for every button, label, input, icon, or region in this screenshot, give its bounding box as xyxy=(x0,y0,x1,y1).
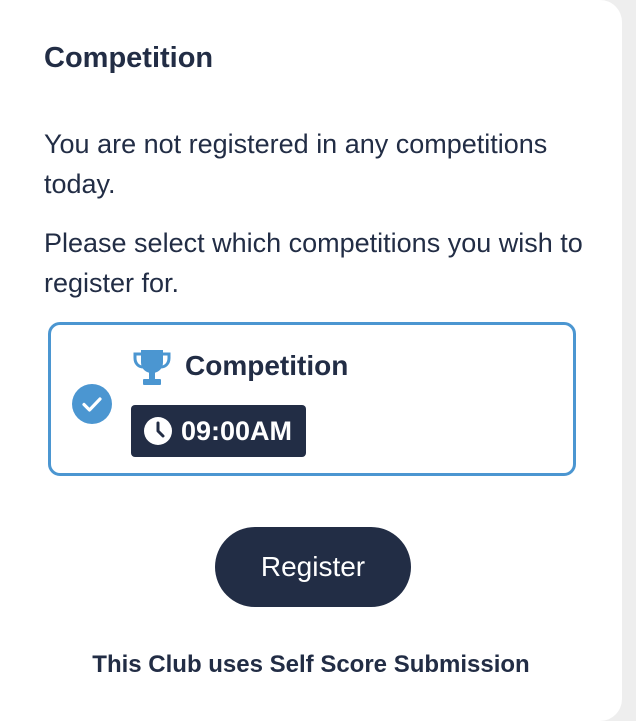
competition-card: Competition You are not registered in an… xyxy=(0,0,622,721)
competition-option[interactable]: Competition 09:00AM xyxy=(48,322,576,476)
clock-icon xyxy=(144,417,172,445)
competition-time: 09:00AM xyxy=(181,415,293,446)
not-registered-message: You are not registered in any competitio… xyxy=(44,129,548,199)
check-icon[interactable] xyxy=(72,384,112,424)
trophy-icon xyxy=(133,350,171,385)
card-title: Competition xyxy=(44,42,214,74)
register-button[interactable]: Register xyxy=(215,527,411,607)
self-score-notice: This Club uses Self Score Submission xyxy=(92,651,530,678)
time-badge: 09:00AM xyxy=(131,405,307,457)
competition-name: Competition xyxy=(185,350,349,381)
instruction-message: Please select which competitions you wis… xyxy=(44,228,583,298)
